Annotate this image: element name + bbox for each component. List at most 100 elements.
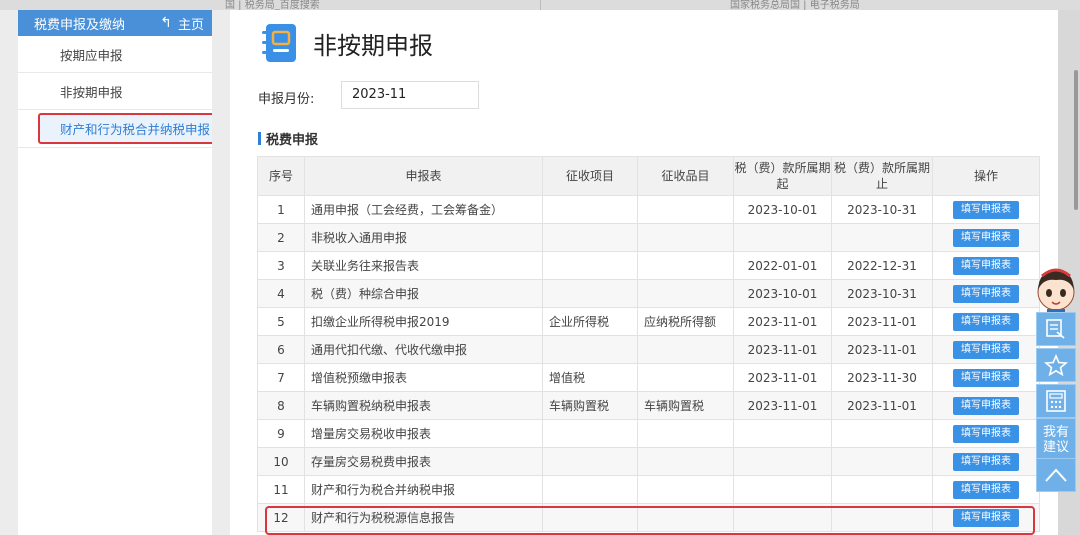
- cell-form: 税（费）种综合申报: [304, 279, 543, 308]
- cell-action: 填写申报表: [932, 503, 1040, 532]
- cell-sub: [637, 251, 734, 280]
- fill-form-button[interactable]: 填写申报表: [953, 200, 1019, 219]
- cell-no: 4: [257, 279, 305, 308]
- fill-form-button[interactable]: 填写申报表: [953, 284, 1019, 303]
- message-button[interactable]: [1036, 312, 1076, 346]
- main-content: 非按期申报 申报月份: 2023-11 税费申报 序号 申报表 征收项目 征收品目 税（…: [230, 10, 1058, 535]
- cell-item: [542, 475, 638, 504]
- sidebar-item-label: 按期应申报: [60, 47, 123, 63]
- table-row: 12 财产和行为税税源信息报告 填写申报表: [257, 503, 1040, 532]
- cell-sub: [637, 503, 734, 532]
- back-to-top-button[interactable]: [1036, 458, 1076, 492]
- cell-start: 2023-10-01: [733, 195, 832, 224]
- cell-form: 车辆购置税纳税申报表: [304, 391, 543, 420]
- cell-end: [831, 223, 933, 252]
- cell-no: 1: [257, 195, 305, 224]
- fill-form-button[interactable]: 填写申报表: [953, 424, 1019, 443]
- cell-sub: [637, 335, 734, 364]
- sidebar-title: 税费申报及缴纳: [34, 17, 126, 33]
- cell-end: 2023-11-01: [831, 335, 933, 364]
- declaration-table: 序号 申报表 征收项目 征收品目 税（费）款所属期起 税（费）款所属期止 操作 1 通用申报（…: [257, 156, 1040, 532]
- cell-start: 2023-10-01: [733, 279, 832, 308]
- sidebar-item-active[interactable]: 财产和行为税合并纳税申报: [18, 110, 212, 148]
- cell-start: 2022-01-01: [733, 251, 832, 280]
- cell-form: 财产和行为税合并纳税申报: [304, 475, 543, 504]
- month-input[interactable]: 2023-11: [341, 81, 479, 109]
- fill-form-button[interactable]: 填写申报表: [953, 256, 1019, 275]
- sidebar-item-2[interactable]: 非按期申报: [18, 73, 212, 110]
- cell-action: 填写申报表: [932, 251, 1040, 280]
- cell-action: 填写申报表: [932, 391, 1040, 420]
- cell-form: 非税收入通用申报: [304, 223, 543, 252]
- cell-no: 11: [257, 475, 305, 504]
- cell-form: 增值税预缴申报表: [304, 363, 543, 392]
- fill-form-button[interactable]: 填写申报表: [953, 340, 1019, 359]
- fill-form-button[interactable]: 填写申报表: [953, 396, 1019, 415]
- sidebar-header: 税费申报及缴纳 ↰ 主页: [18, 10, 212, 36]
- cell-item: 车辆购置税: [542, 391, 638, 420]
- suggestion-line-1: 我有: [1042, 425, 1069, 440]
- cell-no: 3: [257, 251, 305, 280]
- cell-sub: 应纳税所得额: [637, 307, 734, 336]
- favorite-button[interactable]: [1036, 348, 1076, 382]
- back-arrow-icon: ↰: [160, 15, 172, 31]
- fill-form-button[interactable]: 填写申报表: [953, 312, 1019, 331]
- fill-form-button[interactable]: 填写申报表: [953, 480, 1019, 499]
- calculator-button[interactable]: [1036, 384, 1076, 418]
- cell-end: 2022-12-31: [831, 251, 933, 280]
- cell-end: 2023-11-01: [831, 307, 933, 336]
- cell-end: 2023-11-30: [831, 363, 933, 392]
- cell-no: 9: [257, 419, 305, 448]
- fill-form-button[interactable]: 填写申报表: [953, 368, 1019, 387]
- column-header: 序号: [257, 156, 305, 196]
- home-link[interactable]: ↰ 主页: [160, 14, 204, 33]
- suggestion-button[interactable]: 我有 建议: [1036, 418, 1076, 462]
- cell-sub: 车辆购置税: [637, 391, 734, 420]
- fill-form-button[interactable]: 填写申报表: [953, 508, 1019, 527]
- table-row: 7 增值税预缴申报表 增值税 2023-11-01 2023-11-30 填写申报表: [257, 363, 1040, 392]
- cell-start: [733, 419, 832, 448]
- tab-divider: [540, 0, 541, 10]
- cell-item: [542, 195, 638, 224]
- cell-item: 增值税: [542, 363, 638, 392]
- cell-end: [831, 475, 933, 504]
- cell-no: 7: [257, 363, 305, 392]
- cell-form: 存量房交易税费申报表: [304, 447, 543, 476]
- section-title: 税费申报: [266, 133, 319, 148]
- cell-form: 扣缴企业所得税申报2019: [304, 307, 543, 336]
- column-header: 征收品目: [637, 156, 734, 196]
- scrollbar-thumb[interactable]: [1074, 70, 1078, 210]
- sidebar-menu: 申报税（费）清册∨按期应申报非按期申报财产和行为税合并纳税申报企业所得税申报查询…: [18, 36, 212, 148]
- sidebar-item-1[interactable]: 按期应申报: [18, 36, 212, 73]
- page-title: 非按期申报: [313, 32, 433, 60]
- browser-tab-left[interactable]: 国 | 税务局_百度搜索: [225, 0, 320, 10]
- cell-action: 填写申报表: [932, 195, 1040, 224]
- cell-start: 2023-11-01: [733, 391, 832, 420]
- table-row: 10 存量房交易税费申报表 填写申报表: [257, 447, 1040, 476]
- sidebar-item-label: 非按期申报: [60, 84, 123, 100]
- table-row: 4 税（费）种综合申报 2023-10-01 2023-10-31 填写申报表: [257, 279, 1040, 308]
- column-header: 申报表: [304, 156, 543, 196]
- cell-form: 增量房交易税收申报表: [304, 419, 543, 448]
- report-form-icon: [262, 24, 296, 62]
- cell-end: 2023-10-31: [831, 195, 933, 224]
- suggestion-line-2: 建议: [1042, 440, 1069, 455]
- assistant-avatar-icon[interactable]: [1033, 266, 1079, 316]
- star-icon: [1044, 354, 1068, 376]
- cell-no: 10: [257, 447, 305, 476]
- cell-start: 2023-11-01: [733, 307, 832, 336]
- cell-form: 财产和行为税税源信息报告: [304, 503, 543, 532]
- fill-form-button[interactable]: 填写申报表: [953, 452, 1019, 471]
- cell-item: [542, 223, 638, 252]
- fill-form-button[interactable]: 填写申报表: [953, 228, 1019, 247]
- cell-no: 2: [257, 223, 305, 252]
- cell-sub: [637, 447, 734, 476]
- cell-start: [733, 475, 832, 504]
- cell-end: [831, 447, 933, 476]
- table-row: 8 车辆购置税纳税申报表 车辆购置税 车辆购置税 2023-11-01 2023-11-0…: [257, 391, 1040, 420]
- back-to-top-icon: [1045, 468, 1067, 482]
- browser-tab-right[interactable]: 国家税务总局国 | 电子税务局: [730, 0, 860, 10]
- cell-sub: [637, 419, 734, 448]
- browser-tab-strip: 国 | 税务局_百度搜索 国家税务总局国 | 电子税务局: [0, 0, 1080, 10]
- table-row: 6 通用代扣代缴、代收代缴申报 2023-11-01 2023-11-01 填写申报表: [257, 335, 1040, 364]
